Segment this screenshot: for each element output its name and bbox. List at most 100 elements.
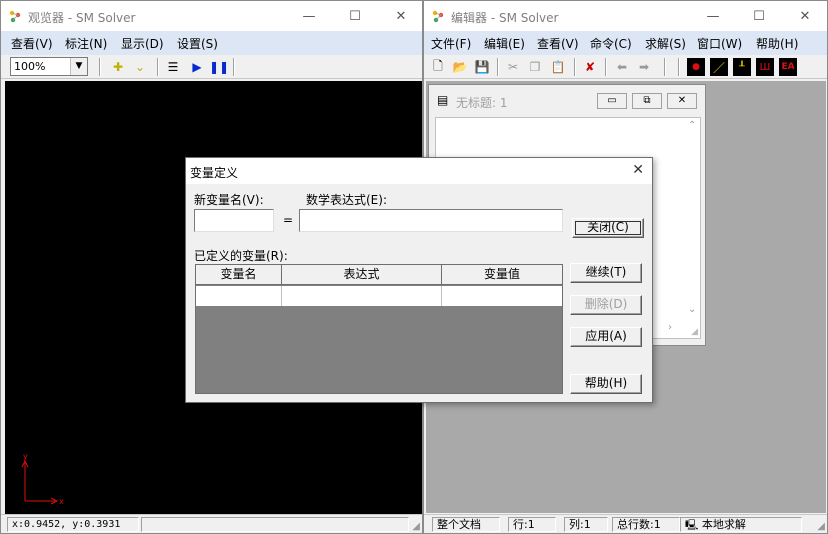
- menu-view[interactable]: 查看(V): [11, 35, 53, 52]
- equals-sign: =: [283, 213, 294, 227]
- editor-menubar: 文件(F) 编辑(E) 查看(V) 命令(C) 求解(S) 窗口(W) 帮助(H…: [424, 31, 827, 55]
- toolbar-separator: [574, 58, 576, 76]
- defined-vars-table[interactable]: 变量名 表达式 变量值: [195, 264, 563, 394]
- menu-annotate[interactable]: 标注(N): [65, 35, 107, 52]
- measure-tool-icon[interactable]: Ш: [756, 58, 774, 76]
- help-button[interactable]: 帮助(H): [570, 374, 642, 394]
- dialog-close-icon[interactable]: ✕: [632, 162, 644, 178]
- viewer-statusbar: x:0.9452, y:0.3931 ◢: [1, 514, 422, 533]
- scroll-right-icon[interactable]: ›: [668, 322, 672, 333]
- editor-title: 编辑器 - SM Solver: [451, 11, 559, 25]
- point-tool-icon[interactable]: ●: [687, 58, 705, 76]
- menu-file[interactable]: 文件(F): [431, 35, 471, 52]
- document-titlebar[interactable]: ▤ 无标题: 1 ▭ ⧉ ✕: [429, 85, 705, 115]
- expression-label: 数学表达式(E):: [306, 193, 387, 207]
- status-solve-mode-label: 本地求解: [701, 518, 746, 531]
- status-scope: 整个文档: [432, 517, 500, 532]
- cut-icon[interactable]: ✂: [504, 58, 522, 76]
- toolbar-separator: [497, 58, 499, 76]
- add-mark-icon[interactable]: ✚: [109, 58, 127, 76]
- resize-grip-icon[interactable]: ◢: [412, 521, 420, 532]
- remove-mark-icon[interactable]: ⌄: [131, 58, 149, 76]
- status-solve-mode: 🖳 本地求解: [680, 517, 802, 532]
- table-cell[interactable]: [196, 286, 282, 306]
- menu-command[interactable]: 命令(C): [590, 35, 632, 52]
- play-icon[interactable]: ▶: [188, 58, 206, 76]
- editor-titlebar[interactable]: 编辑器 - SM Solver — ☐ ✕: [424, 1, 827, 31]
- new-file-icon[interactable]: 🗋: [429, 58, 447, 76]
- menu-edit[interactable]: 编辑(E): [484, 35, 525, 52]
- menu-window[interactable]: 窗口(W): [697, 35, 742, 52]
- copy-icon[interactable]: ❐: [526, 58, 544, 76]
- status-coordinates: x:0.9452, y:0.3931: [7, 517, 139, 532]
- app-logo-icon: [9, 10, 21, 23]
- toolbar-separator: [99, 58, 101, 76]
- new-var-name-label: 新变量名(V):: [194, 193, 264, 207]
- menu-view[interactable]: 查看(V): [537, 35, 579, 52]
- status-line: 行:1: [508, 517, 556, 532]
- continue-button[interactable]: 继续(T): [570, 263, 642, 283]
- status-empty: [141, 517, 409, 532]
- table-header: 变量名 表达式 变量值: [196, 265, 562, 285]
- axis-indicator: y x: [21, 452, 64, 506]
- doc-restore-button[interactable]: ⧉: [632, 93, 662, 109]
- column-header-value[interactable]: 变量值: [442, 265, 562, 284]
- status-column: 列:1: [564, 517, 608, 532]
- viewer-toolbar: 100% ▼ ✚ ⌄ ☰ ▶ ❚❚: [1, 55, 422, 79]
- line-tool-icon[interactable]: ／: [710, 58, 728, 76]
- pause-icon[interactable]: ❚❚: [209, 58, 229, 76]
- minimize-button[interactable]: —: [690, 1, 736, 31]
- arrow-left-icon[interactable]: ⬅: [613, 58, 631, 76]
- delete-button[interactable]: 删除(D): [570, 295, 642, 315]
- column-header-name[interactable]: 变量名: [196, 265, 282, 284]
- defined-vars-label: 已定义的变量(R):: [194, 249, 288, 263]
- scroll-up-icon[interactable]: ⌃: [688, 120, 696, 131]
- dialog-titlebar[interactable]: 变量定义 ✕: [186, 158, 652, 184]
- maximize-button[interactable]: ☐: [736, 1, 782, 31]
- viewer-titlebar[interactable]: 观览器 - SM Solver — ☐ ✕: [1, 1, 422, 31]
- doc-minimize-button[interactable]: ▭: [597, 93, 627, 109]
- dialog-title: 变量定义: [190, 166, 239, 180]
- toolbar-separator: [605, 58, 607, 76]
- close-button[interactable]: ✕: [378, 1, 424, 31]
- app-logo-icon: [432, 10, 444, 23]
- menu-help[interactable]: 帮助(H): [756, 35, 798, 52]
- zoom-select[interactable]: 100% ▼: [10, 57, 88, 76]
- table-cell[interactable]: [442, 286, 562, 306]
- save-icon[interactable]: 💾: [473, 58, 491, 76]
- open-folder-icon[interactable]: 📂: [451, 58, 469, 76]
- resize-grip-icon[interactable]: ◢: [817, 521, 825, 532]
- viewer-title: 观览器 - SM Solver: [28, 11, 136, 25]
- expression-input[interactable]: [299, 209, 563, 232]
- menu-settings[interactable]: 设置(S): [177, 35, 218, 52]
- toolbar-separator: [157, 58, 159, 76]
- editor-statusbar: 整个文档 行:1 列:1 总行数:1 🖳 本地求解 ◢: [424, 514, 827, 533]
- table-row[interactable]: [196, 286, 562, 306]
- step-list-icon[interactable]: ☰: [164, 58, 182, 76]
- chevron-down-icon[interactable]: ▼: [70, 58, 87, 75]
- paste-icon[interactable]: 📋: [549, 58, 567, 76]
- maximize-button[interactable]: ☐: [332, 1, 378, 31]
- resize-grip-icon[interactable]: ◢: [691, 327, 698, 337]
- table-cell[interactable]: [282, 286, 442, 306]
- close-button[interactable]: 关闭(C): [572, 218, 644, 238]
- menu-display[interactable]: 显示(D): [121, 35, 164, 52]
- toolbar-separator: [233, 58, 235, 76]
- ea-tool-button[interactable]: EA: [779, 58, 797, 76]
- doc-close-button[interactable]: ✕: [667, 93, 697, 109]
- clear-icon[interactable]: ✘: [581, 58, 599, 76]
- new-var-name-input[interactable]: [194, 209, 274, 232]
- scroll-down-icon[interactable]: ⌄: [688, 304, 696, 315]
- menu-solve[interactable]: 求解(S): [645, 35, 686, 52]
- column-header-expression[interactable]: 表达式: [282, 265, 442, 284]
- toolbar-separator: [664, 58, 666, 76]
- arrow-right-icon[interactable]: ➡: [635, 58, 653, 76]
- minimize-button[interactable]: —: [286, 1, 332, 31]
- constraint-tool-icon[interactable]: ┸: [733, 58, 751, 76]
- apply-button[interactable]: 应用(A): [570, 327, 642, 347]
- vertical-scrollbar[interactable]: ⌃ ⌄: [684, 118, 700, 324]
- close-button[interactable]: ✕: [782, 1, 828, 31]
- document-title: 无标题: 1: [456, 96, 508, 110]
- status-total-lines: 总行数:1: [612, 517, 680, 532]
- toolbar-separator: [678, 58, 680, 76]
